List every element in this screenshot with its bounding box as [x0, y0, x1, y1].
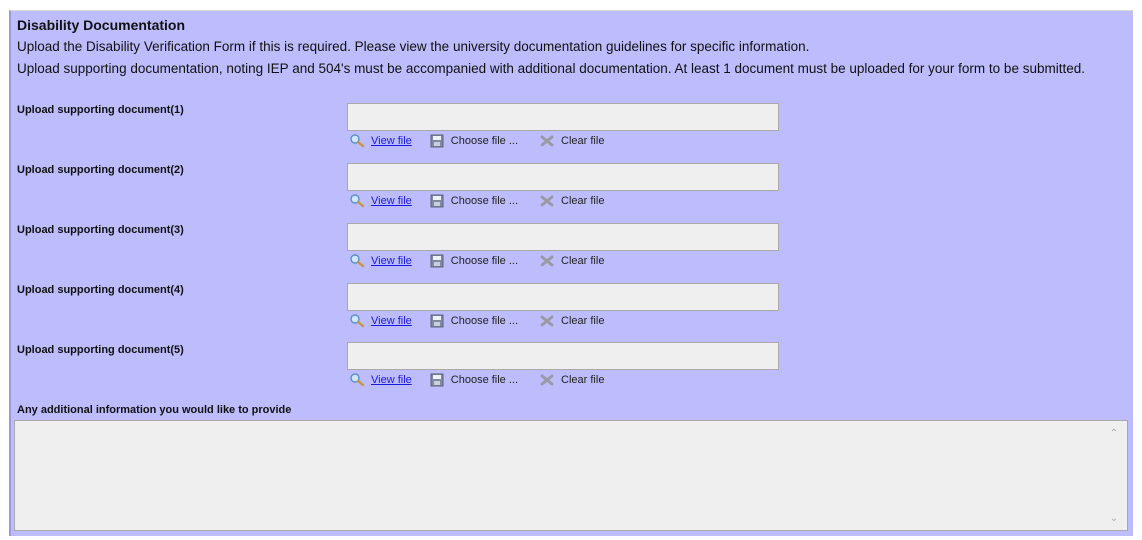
clear-file-label[interactable]: Clear file: [561, 255, 604, 267]
clear-x-icon: [540, 374, 554, 386]
clear-file-button[interactable]: Clear file: [539, 373, 604, 387]
upload-actions-4: View file Choose file ... Clear file: [349, 314, 604, 328]
choose-file-button[interactable]: Choose file ...: [429, 194, 518, 208]
magnifier-icon: [350, 314, 365, 328]
intro-text-1: Upload the Disability Verification Form …: [17, 39, 810, 54]
floppy-disk-icon: [430, 254, 444, 268]
clear-file-label[interactable]: Clear file: [561, 315, 604, 327]
clear-x-icon: [540, 255, 554, 267]
magnifier-icon: [350, 194, 365, 208]
view-file-label[interactable]: View file: [371, 255, 412, 267]
choose-file-label[interactable]: Choose file ...: [451, 374, 518, 386]
choose-file-button[interactable]: Choose file ...: [429, 314, 518, 328]
upload-label-3: Upload supporting document(3): [17, 224, 184, 236]
intro-text-2: Upload supporting documentation, noting …: [17, 61, 1085, 76]
choose-file-button[interactable]: Choose file ...: [429, 254, 518, 268]
floppy-disk-icon: [430, 134, 444, 148]
section-title: Disability Documentation: [17, 17, 186, 33]
magnifier-icon: [350, 254, 365, 268]
view-file-button[interactable]: View file: [349, 314, 412, 328]
choose-file-button[interactable]: Choose file ...: [429, 134, 518, 148]
upload-field-1[interactable]: [347, 103, 779, 131]
choose-file-label[interactable]: Choose file ...: [451, 135, 518, 147]
scroll-up-arrow-icon[interactable]: ⌃: [1109, 429, 1119, 439]
clear-x-icon: [540, 135, 554, 147]
clear-file-button[interactable]: Clear file: [539, 314, 604, 328]
disability-documentation-panel: Disability Documentation Upload the Disa…: [9, 10, 1133, 536]
view-file-label[interactable]: View file: [371, 374, 412, 386]
additional-info-textarea[interactable]: ⌃ ⌄: [14, 420, 1128, 531]
clear-file-button[interactable]: Clear file: [539, 194, 604, 208]
choose-file-label[interactable]: Choose file ...: [451, 195, 518, 207]
upload-label-4: Upload supporting document(4): [17, 284, 184, 296]
view-file-label[interactable]: View file: [371, 135, 412, 147]
magnifier-icon: [350, 134, 365, 148]
upload-actions-5: View file Choose file ... Clear file: [349, 373, 604, 387]
choose-file-button[interactable]: Choose file ...: [429, 373, 518, 387]
floppy-disk-icon: [430, 373, 444, 387]
view-file-label[interactable]: View file: [371, 315, 412, 327]
clear-file-label[interactable]: Clear file: [561, 135, 604, 147]
view-file-button[interactable]: View file: [349, 373, 412, 387]
upload-field-2[interactable]: [347, 163, 779, 191]
additional-info-label: Any additional information you would lik…: [17, 404, 292, 416]
clear-file-button[interactable]: Clear file: [539, 134, 604, 148]
clear-file-label[interactable]: Clear file: [561, 195, 604, 207]
upload-label-1: Upload supporting document(1): [17, 104, 184, 116]
clear-x-icon: [540, 315, 554, 327]
upload-label-2: Upload supporting document(2): [17, 164, 184, 176]
scroll-down-arrow-icon[interactable]: ⌄: [1109, 514, 1119, 524]
clear-file-label[interactable]: Clear file: [561, 374, 604, 386]
floppy-disk-icon: [430, 194, 444, 208]
view-file-button[interactable]: View file: [349, 194, 412, 208]
choose-file-label[interactable]: Choose file ...: [451, 315, 518, 327]
upload-actions-2: View file Choose file ... Clear file: [349, 194, 604, 208]
clear-file-button[interactable]: Clear file: [539, 254, 604, 268]
upload-field-4[interactable]: [347, 283, 779, 311]
choose-file-label[interactable]: Choose file ...: [451, 255, 518, 267]
upload-label-5: Upload supporting document(5): [17, 344, 184, 356]
upload-actions-1: View file Choose file ... Clear file: [349, 134, 604, 148]
view-file-button[interactable]: View file: [349, 254, 412, 268]
floppy-disk-icon: [430, 314, 444, 328]
upload-field-3[interactable]: [347, 223, 779, 251]
upload-actions-3: View file Choose file ... Clear file: [349, 254, 604, 268]
view-file-label[interactable]: View file: [371, 195, 412, 207]
view-file-button[interactable]: View file: [349, 134, 412, 148]
clear-x-icon: [540, 195, 554, 207]
magnifier-icon: [350, 373, 365, 387]
upload-field-5[interactable]: [347, 342, 779, 370]
